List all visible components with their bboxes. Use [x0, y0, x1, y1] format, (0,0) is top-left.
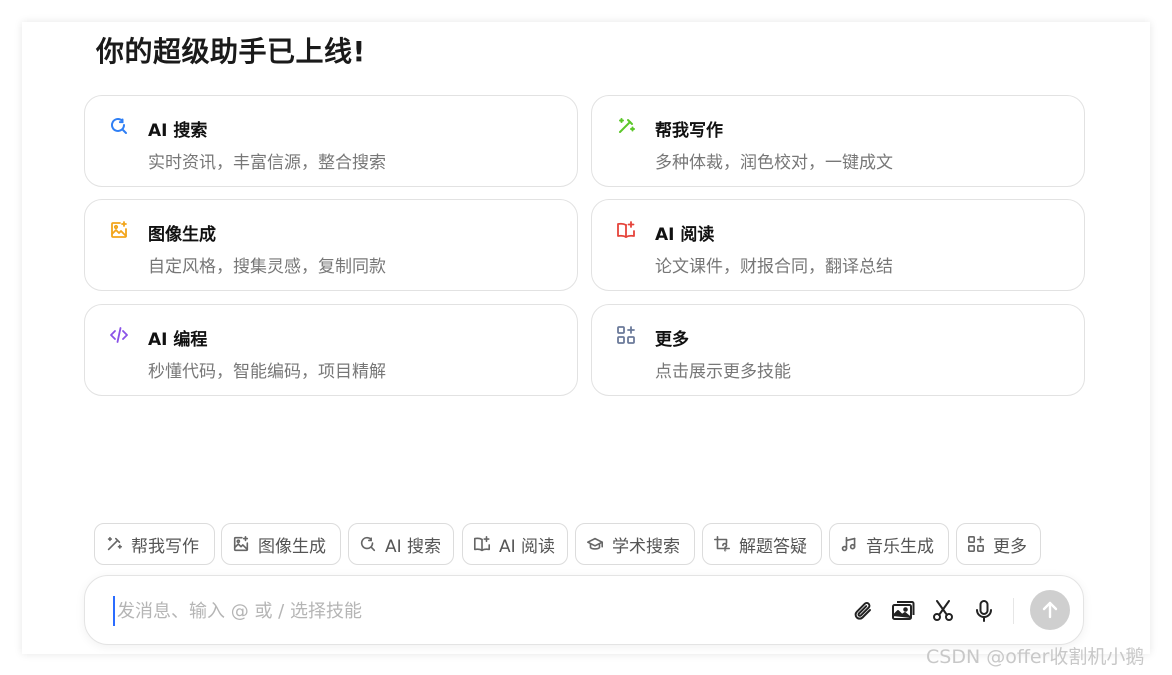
toolbar-divider [1013, 598, 1014, 624]
book-sparkle-icon [616, 220, 636, 240]
chip-ai-reading[interactable]: AI 阅读 [462, 523, 568, 565]
chip-ai-search[interactable]: AI 搜索 [348, 523, 454, 565]
image-sparkle-icon [233, 535, 249, 552]
card-ai-coding[interactable]: AI 编程 秒懂代码，智能编码，项目精解 [84, 304, 578, 396]
card-ai-reading[interactable]: AI 阅读 论文课件，财报合同，翻译总结 [591, 199, 1085, 291]
chip-label: AI 阅读 [499, 536, 556, 557]
card-image-gen[interactable]: 图像生成 自定风格，搜集灵感，复制同款 [84, 199, 578, 291]
card-description: 论文课件，财报合同，翻译总结 [655, 257, 893, 277]
chip-music-gen[interactable]: 音乐生成 [829, 523, 949, 565]
chip-label: 帮我写作 [131, 536, 199, 557]
card-writing[interactable]: 帮我写作 多种体裁，润色校对，一键成文 [591, 95, 1085, 187]
card-ai-search[interactable]: AI 搜索 实时资讯，丰富信源，整合搜索 [84, 95, 578, 187]
book-sparkle-icon [473, 535, 491, 552]
paperclip-icon [854, 602, 871, 620]
card-more[interactable]: 更多 点击展示更多技能 [591, 304, 1085, 396]
crop-question-icon [713, 535, 731, 552]
card-title: 图像生成 [148, 225, 216, 245]
chip-problem-solving[interactable]: 解题答疑 [702, 523, 822, 565]
images-icon [892, 601, 915, 620]
image-sparkle-icon [109, 220, 129, 240]
voice-input-button[interactable] [971, 598, 997, 624]
chip-more[interactable]: 更多 [956, 523, 1041, 565]
graduation-cap-icon [586, 537, 604, 550]
arrow-up-icon [1042, 601, 1058, 619]
microphone-icon [976, 600, 992, 622]
magic-pen-icon [616, 116, 636, 136]
grid-plus-icon [616, 325, 636, 345]
chip-label: 图像生成 [258, 536, 326, 557]
chip-label: 更多 [993, 536, 1027, 557]
chip-label: 音乐生成 [866, 536, 934, 557]
page-title: 你的超级助手已上线! [96, 35, 366, 68]
screenshot-button[interactable] [930, 598, 956, 624]
send-button[interactable] [1030, 590, 1070, 630]
search-refresh-icon [109, 116, 129, 136]
chip-academic-search[interactable]: 学术搜索 [575, 523, 695, 565]
card-description: 点击展示更多技能 [655, 362, 791, 382]
card-title: AI 搜索 [148, 121, 208, 141]
card-title: AI 编程 [148, 330, 208, 350]
card-description: 实时资讯，丰富信源，整合搜索 [148, 153, 386, 173]
grid-plus-icon [967, 535, 985, 553]
watermark: CSDN @offer收割机小鹅 [926, 646, 1145, 668]
card-description: 秒懂代码，智能编码，项目精解 [148, 362, 386, 382]
message-composer [84, 575, 1084, 645]
chip-label: AI 搜索 [385, 536, 442, 557]
attach-button[interactable] [851, 598, 877, 624]
chip-image-gen[interactable]: 图像生成 [221, 523, 341, 565]
code-icon [109, 325, 129, 345]
chip-label: 学术搜索 [612, 536, 680, 557]
message-input[interactable] [113, 596, 813, 626]
card-title: AI 阅读 [655, 225, 715, 245]
magic-pen-icon [107, 536, 123, 551]
card-description: 多种体裁，润色校对，一键成文 [655, 153, 893, 173]
chip-writing[interactable]: 帮我写作 [94, 523, 215, 565]
image-upload-button[interactable] [890, 598, 916, 624]
card-title: 帮我写作 [655, 121, 723, 141]
search-refresh-icon [360, 536, 376, 552]
card-title: 更多 [655, 330, 689, 350]
scissors-icon [933, 600, 953, 621]
chip-label: 解题答疑 [739, 536, 807, 557]
music-note-icon [841, 536, 856, 552]
card-description: 自定风格，搜集灵感，复制同款 [148, 257, 386, 277]
